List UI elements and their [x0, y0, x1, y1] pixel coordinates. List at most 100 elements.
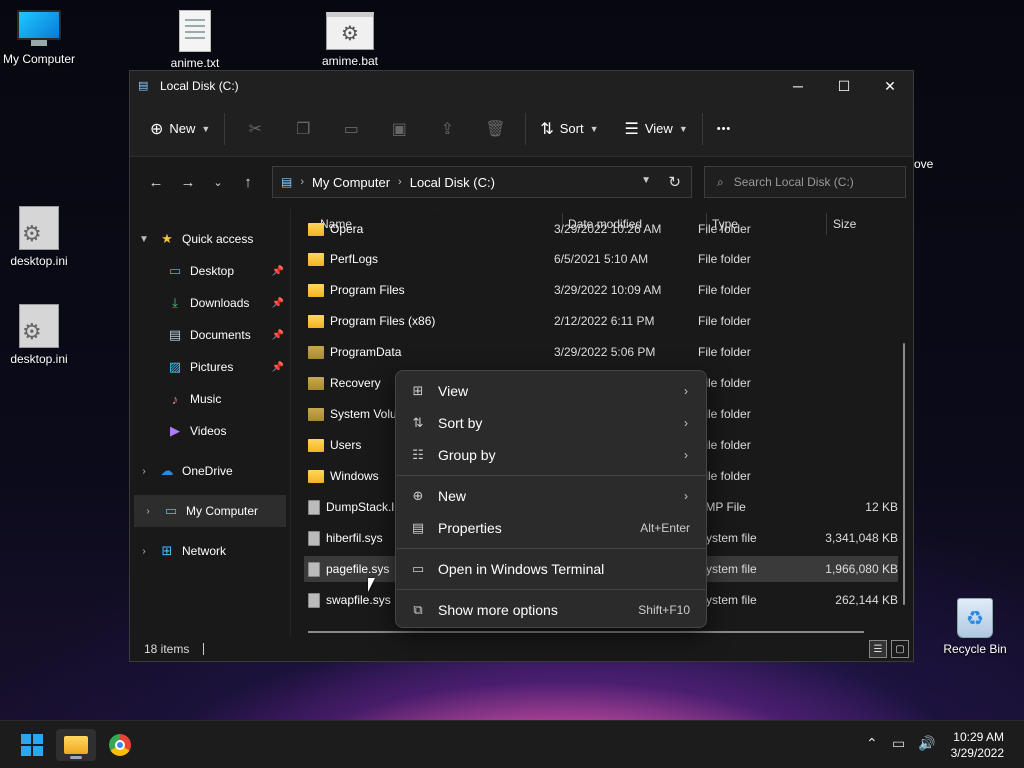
folder-icon [308, 345, 324, 359]
menu-item-new[interactable]: ⊕ New › [396, 480, 706, 512]
recent-locations-button[interactable]: ⌄ [204, 166, 232, 198]
file-size: 262,144 KB [835, 593, 898, 607]
network-status-icon[interactable]: ▭ [892, 735, 905, 752]
taskbar-file-explorer[interactable] [56, 729, 96, 761]
more-options-button[interactable]: ••• [709, 113, 740, 145]
file-row[interactable]: Opera 3/29/2022 10:26 AM File folder [304, 220, 898, 238]
show-hidden-icons-icon[interactable]: ⌃ [866, 735, 878, 752]
desktop-icon-label: My Computer [2, 52, 76, 66]
new-button[interactable]: ⊕ New ▼ [142, 113, 218, 145]
folder-icon [308, 469, 324, 483]
file-name: Opera [330, 222, 364, 236]
file-row[interactable]: ProgramData 3/29/2022 5:06 PM File folde… [304, 339, 898, 365]
close-button[interactable]: ✕ [867, 71, 913, 101]
back-button[interactable]: ← [140, 166, 172, 198]
clipboard-icon: ▭ [343, 120, 359, 138]
share-button[interactable]: ⇪ [423, 113, 471, 145]
nav-item-music[interactable]: ♪ Music [130, 383, 290, 415]
title-bar[interactable]: ▤ Local Disk (C:) ─ ☐ ✕ [130, 71, 913, 101]
file-row[interactable]: PerfLogs 6/5/2021 5:10 AM File folder [304, 246, 898, 272]
file-size: 1,966,080 KB [825, 562, 898, 576]
minimize-button[interactable]: ─ [775, 71, 821, 101]
system-clock[interactable]: 10:29 AM 3/29/2022 [951, 729, 1004, 761]
search-box[interactable]: ⌕ Search Local Disk (C:) [704, 166, 906, 198]
rename-button[interactable]: ▣ [375, 113, 423, 145]
nav-my-computer[interactable]: › ▭ My Computer [134, 495, 286, 527]
nav-item-downloads[interactable]: ⤓ Downloads 📌 [130, 287, 290, 319]
forward-button[interactable]: → [172, 166, 204, 198]
vertical-scrollbar[interactable] [903, 343, 905, 605]
desktop-icon-amime-bat[interactable]: ⚙ amime.bat [310, 12, 390, 68]
paste-button[interactable]: ▭ [327, 113, 375, 145]
menu-divider [396, 589, 706, 590]
chevron-right-icon: › [142, 465, 146, 477]
file-name: Windows [330, 469, 379, 483]
menu-item-group-by[interactable]: ☷ Group by › [396, 439, 706, 471]
chevron-right-icon: › [146, 505, 150, 517]
address-dropdown-icon[interactable]: ▼ [641, 175, 651, 186]
menu-label: Sort by [438, 415, 483, 431]
menu-label: View [438, 383, 469, 399]
desktop-icon-my-computer[interactable]: My Computer [0, 10, 79, 66]
desktop-partial-label: ove [914, 157, 934, 171]
nav-network[interactable]: › ⊞ Network [130, 535, 290, 567]
nav-item-pictures[interactable]: ▨ Pictures 📌 [130, 351, 290, 383]
menu-item-view[interactable]: ⊞ View › [396, 375, 706, 407]
cut-button[interactable]: ✂ [231, 113, 279, 145]
nav-label: Videos [190, 424, 227, 438]
window-title: Local Disk (C:) [160, 79, 239, 93]
list-view-icon: ☰ [624, 120, 639, 138]
computer-icon: ▤ [281, 175, 293, 189]
address-row: ← → ⌄ ↑ ▤ › My Computer › Local Disk (C:… [130, 157, 913, 207]
nav-onedrive[interactable]: › ☁ OneDrive [130, 455, 290, 487]
menu-item-sort-by[interactable]: ⇅ Sort by › [396, 407, 706, 439]
nav-label: Downloads [190, 296, 250, 310]
file-date: 3/29/2022 10:09 AM [554, 283, 662, 297]
file-name: PerfLogs [330, 252, 379, 266]
breadcrumb-local-disk[interactable]: Local Disk (C:) [410, 175, 495, 190]
menu-label: Properties [438, 520, 502, 536]
file-type: File folder [698, 283, 751, 297]
refresh-icon[interactable]: ↻ [668, 173, 681, 191]
nav-label: Network [182, 544, 227, 558]
nav-label: OneDrive [182, 464, 233, 478]
desktop-icon-anime-txt[interactable]: anime.txt [155, 10, 235, 70]
desktop-icon-desktop-ini-2[interactable]: ⚙ desktop.ini [0, 304, 79, 366]
nav-item-videos[interactable]: ▶ Videos [130, 415, 290, 447]
file-name: swapfile.sys [326, 593, 391, 607]
view-button[interactable]: ☰ View ▼ [617, 113, 696, 145]
nav-label: Music [190, 392, 222, 406]
nav-item-documents[interactable]: ▤ Documents 📌 [130, 319, 290, 351]
desktop-icon-desktop-ini-1[interactable]: ⚙ desktop.ini [0, 206, 79, 268]
chevron-right-icon: › [684, 416, 688, 430]
copy-button[interactable]: ❐ [279, 113, 327, 145]
clock-date: 3/29/2022 [950, 746, 1004, 760]
share-icon: ⇪ [440, 120, 455, 138]
chevron-down-icon: ▼ [139, 233, 149, 245]
sort-button[interactable]: ⇅ Sort ▼ [532, 113, 606, 145]
file-row[interactable]: Program Files (x86) 2/12/2022 6:11 PM Fi… [304, 308, 898, 334]
search-placeholder: Search Local Disk (C:) [733, 175, 854, 189]
address-bar[interactable]: ▤ › My Computer › Local Disk (C:) ▼ ↻ [272, 166, 692, 198]
breadcrumb-my-computer[interactable]: My Computer [312, 175, 390, 190]
arrow-left-icon: ← [148, 173, 164, 191]
volume-icon[interactable]: 🔊 [918, 735, 935, 752]
start-button[interactable] [12, 729, 52, 761]
desktop-icon-recycle-bin[interactable]: ♻ Recycle Bin [935, 598, 1015, 656]
nav-item-desktop[interactable]: ▭ Desktop 📌 [130, 255, 290, 287]
file-type: File folder [698, 252, 751, 266]
menu-label: New [438, 488, 467, 504]
up-button[interactable]: ↑ [232, 166, 264, 198]
file-row[interactable]: Program Files 3/29/2022 10:09 AM File fo… [304, 277, 898, 303]
taskbar-chrome[interactable] [100, 729, 140, 761]
menu-item-show-more-options[interactable]: ⧉ Show more options Shift+F10 [396, 594, 706, 626]
delete-button[interactable]: 🗑 [471, 113, 519, 145]
horizontal-scrollbar[interactable] [308, 631, 864, 633]
file-date: 3/29/2022 10:26 AM [554, 222, 662, 236]
nav-quick-access[interactable]: ▼ ★ Quick access [130, 223, 290, 255]
menu-item-open-terminal[interactable]: ▭ Open in Windows Terminal [396, 553, 706, 585]
maximize-button[interactable]: ☐ [821, 71, 867, 101]
menu-item-properties[interactable]: ▤ Properties Alt+Enter [396, 512, 706, 544]
details-view-button[interactable]: ☰ [869, 640, 887, 658]
tiles-view-button[interactable]: ▢ [891, 640, 909, 658]
